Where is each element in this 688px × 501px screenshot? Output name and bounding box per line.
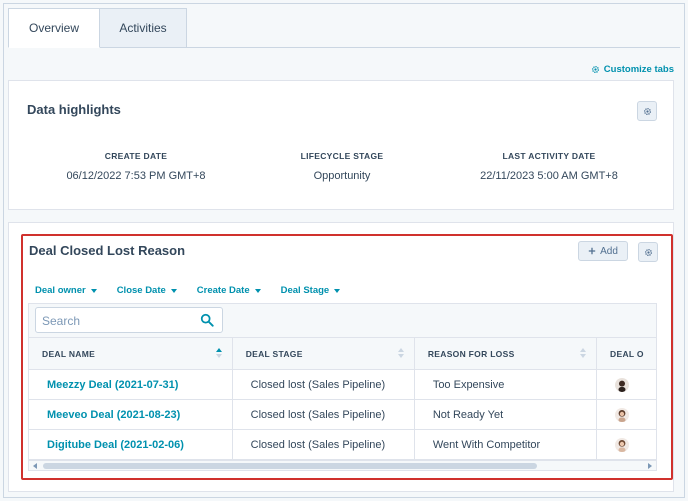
sort-icon bbox=[397, 348, 404, 358]
deal-name-link[interactable]: Digitube Deal (2021-02-06) bbox=[29, 430, 233, 460]
filter-label: Deal owner bbox=[35, 285, 86, 296]
caret-down-icon bbox=[170, 288, 177, 293]
tab-label: Overview bbox=[28, 21, 79, 35]
caret-down-icon bbox=[90, 288, 97, 293]
sort-icon bbox=[215, 348, 222, 358]
scrollbar-thumb[interactable] bbox=[43, 463, 537, 469]
highlights-settings-button[interactable] bbox=[637, 101, 657, 121]
filter-bar: Deal owner Close Date Create Date Deal S… bbox=[35, 285, 360, 296]
column-label: DEAL O bbox=[610, 349, 644, 359]
tab-activities[interactable]: Activities bbox=[100, 8, 187, 48]
deal-stage-cell: Closed lost (Sales Pipeline) bbox=[233, 370, 415, 400]
stat-label: LAST ACTIVITY DATE bbox=[502, 151, 596, 161]
caret-down-icon bbox=[254, 288, 261, 293]
gear-icon bbox=[591, 65, 599, 74]
stat-last-activity-date: LAST ACTIVITY DATE 22/11/2023 5:00 AM GM… bbox=[449, 151, 649, 182]
customize-tabs-link[interactable]: Customize tabs bbox=[591, 64, 674, 75]
stat-label: CREATE DATE bbox=[104, 151, 168, 161]
customize-tabs-label: Customize tabs bbox=[603, 64, 674, 75]
data-highlights-card: Data highlights CREATE DATE 06/12/2022 7… bbox=[8, 80, 674, 210]
column-label: REASON FOR LOSS bbox=[427, 349, 515, 359]
table-row: Digitube Deal (2021-02-06) Closed lost (… bbox=[29, 430, 656, 460]
stat-value: 06/12/2022 7:53 PM GMT+8 bbox=[66, 170, 206, 182]
scroll-left-icon[interactable] bbox=[33, 463, 37, 469]
table-toolbar bbox=[29, 304, 656, 338]
table-row: Meeveo Deal (2021-08-23) Closed lost (Sa… bbox=[29, 400, 656, 430]
deals-table: DEAL NAME DEAL STAGE REASON FOR LOSS DEA… bbox=[28, 303, 657, 471]
sort-icon bbox=[580, 348, 587, 358]
avatar bbox=[614, 408, 629, 422]
filter-deal-stage[interactable]: Deal Stage bbox=[281, 285, 341, 296]
deal-owner-cell bbox=[597, 430, 656, 460]
deal-stage-cell: Closed lost (Sales Pipeline) bbox=[233, 400, 415, 430]
add-button[interactable]: Add bbox=[578, 241, 628, 261]
horizontal-scrollbar[interactable] bbox=[29, 460, 656, 470]
stat-value: Opportunity bbox=[313, 170, 371, 182]
deal-owner-cell bbox=[597, 400, 656, 430]
deal-owner-cell bbox=[597, 370, 656, 400]
reason-cell: Too Expensive bbox=[415, 370, 597, 400]
filter-deal-owner[interactable]: Deal owner bbox=[35, 285, 97, 296]
reason-cell: Went With Competitor bbox=[415, 430, 597, 460]
stat-value: 22/11/2023 5:00 AM GMT+8 bbox=[480, 170, 618, 182]
column-header-reason-for-loss[interactable]: REASON FOR LOSS bbox=[415, 338, 598, 370]
add-label: Add bbox=[600, 245, 618, 257]
avatar bbox=[614, 438, 629, 452]
scroll-right-icon[interactable] bbox=[648, 463, 652, 469]
caret-down-icon bbox=[334, 288, 341, 293]
deal-settings-button[interactable] bbox=[638, 242, 658, 262]
deal-stage-cell: Closed lost (Sales Pipeline) bbox=[233, 430, 415, 460]
search-box bbox=[35, 307, 223, 333]
filter-label: Close Date bbox=[116, 285, 166, 296]
deal-name-link[interactable]: Meezzy Deal (2021-07-31) bbox=[29, 370, 233, 400]
stat-label: LIFECYCLE STAGE bbox=[300, 151, 384, 161]
table-header: DEAL NAME DEAL STAGE REASON FOR LOSS DEA… bbox=[29, 338, 656, 370]
column-label: DEAL STAGE bbox=[245, 349, 303, 359]
deal-name-link[interactable]: Meeveo Deal (2021-08-23) bbox=[29, 400, 233, 430]
plus-icon bbox=[588, 247, 596, 255]
card-title: Deal Closed Lost Reason bbox=[29, 243, 186, 258]
filter-label: Deal Stage bbox=[280, 285, 330, 296]
gear-icon bbox=[644, 248, 652, 256]
stat-create-date: CREATE DATE 06/12/2022 7:53 PM GMT+8 bbox=[36, 151, 236, 182]
table-row: Meezzy Deal (2021-07-31) Closed lost (Sa… bbox=[29, 370, 656, 400]
tab-divider bbox=[8, 47, 680, 48]
stat-lifecycle-stage: LIFECYCLE STAGE Opportunity bbox=[242, 151, 442, 182]
filter-close-date[interactable]: Close Date bbox=[117, 285, 177, 296]
tab-overview[interactable]: Overview bbox=[8, 8, 100, 48]
filter-label: Create Date bbox=[196, 285, 250, 296]
tab-bar: Overview Activities bbox=[8, 8, 187, 48]
column-header-deal-stage[interactable]: DEAL STAGE bbox=[233, 338, 415, 370]
reason-cell: Not Ready Yet bbox=[415, 400, 597, 430]
filter-create-date[interactable]: Create Date bbox=[197, 285, 261, 296]
search-input[interactable] bbox=[42, 312, 192, 330]
search-icon[interactable] bbox=[200, 313, 214, 327]
column-header-deal-owner[interactable]: DEAL O bbox=[597, 338, 656, 370]
column-header-deal-name[interactable]: DEAL NAME bbox=[29, 338, 233, 370]
gear-icon bbox=[643, 107, 651, 115]
card-title: Data highlights bbox=[27, 102, 121, 117]
column-label: DEAL NAME bbox=[42, 349, 96, 359]
tab-label: Activities bbox=[119, 21, 167, 35]
avatar bbox=[614, 378, 629, 392]
